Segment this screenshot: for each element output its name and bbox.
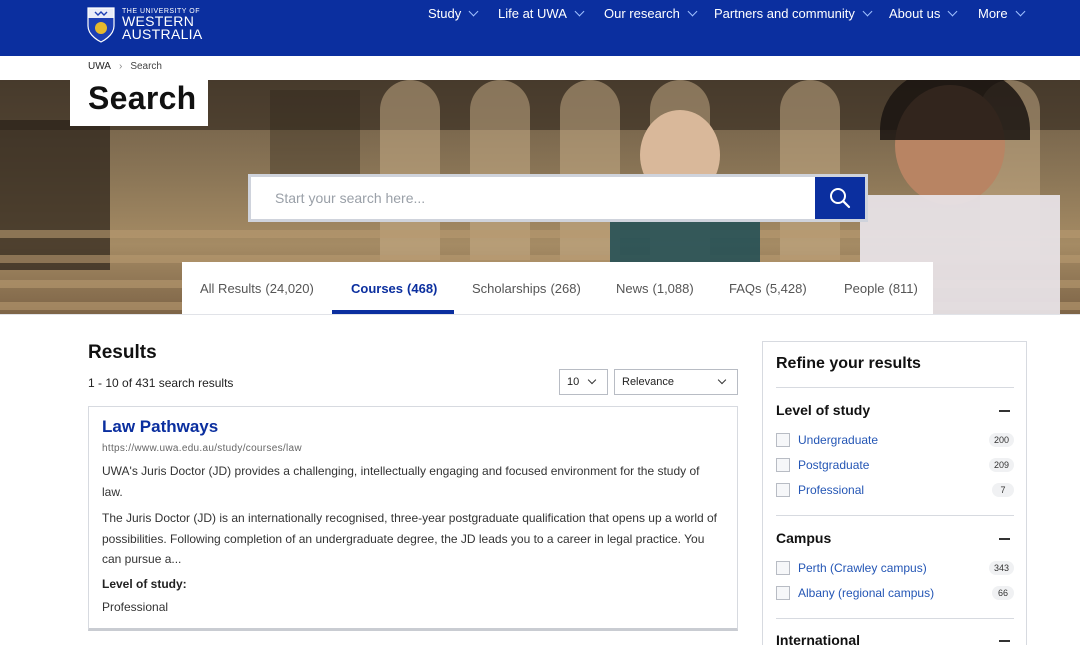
chevron-down-icon <box>1015 6 1026 17</box>
nav-item-life-at-uwa[interactable]: Life at UWA <box>498 6 585 21</box>
uwa-logo[interactable]: THE UNIVERSITY OF WESTERN AUSTRALIA <box>86 6 203 44</box>
logo-line-2: AUSTRALIA <box>122 26 203 42</box>
facet-heading-level-of-study[interactable]: Level of study <box>776 402 870 418</box>
tab-label: FAQs <box>729 280 762 296</box>
nav-item-label: Partners and community <box>714 6 855 21</box>
facet-option-label: Postgraduate <box>798 458 870 472</box>
tab-label: People <box>844 280 885 296</box>
result-title-link[interactable]: Law Pathways <box>102 417 218 437</box>
breadcrumb: UWA › Search <box>88 61 162 72</box>
tab-label: Courses <box>351 280 404 296</box>
per-page-select[interactable]: 10 <box>559 369 608 395</box>
nav-item-partners-and-community[interactable]: Partners and community <box>714 6 873 21</box>
page-title: Search <box>88 80 197 116</box>
divider <box>776 515 1014 516</box>
divider <box>776 618 1014 619</box>
facet-heading-campus[interactable]: Campus <box>776 530 831 546</box>
nav-item-study[interactable]: Study <box>428 6 479 21</box>
tab-count: (468) <box>407 280 438 296</box>
search-input[interactable] <box>251 177 815 219</box>
sort-value: Relevance <box>622 376 674 388</box>
facet-option-label: Professional <box>798 483 865 497</box>
checkbox[interactable] <box>776 586 790 600</box>
level-of-study-value: Professional <box>102 600 169 614</box>
chevron-down-icon <box>862 6 873 17</box>
checkbox[interactable] <box>776 458 790 472</box>
facet-option-label: Albany (regional campus) <box>798 586 935 600</box>
result-summary: UWA's Juris Doctor (JD) provides a chall… <box>102 464 700 499</box>
facet-heading-international[interactable]: International <box>776 632 860 645</box>
facet-count-badge: 7 <box>992 483 1014 497</box>
breadcrumb-separator-icon: › <box>118 61 123 72</box>
facet-option-albany-regional[interactable]: Albany (regional campus) 66 <box>776 583 1014 603</box>
tab-count: (24,020) <box>265 280 314 296</box>
facet-option-professional[interactable]: Professional 7 <box>776 480 1014 500</box>
nav-item-more[interactable]: More <box>978 6 1026 21</box>
facet-option-label: Perth (Crawley campus) <box>798 561 927 575</box>
divider <box>776 387 1014 388</box>
tab-courses[interactable]: Courses (468) <box>351 262 437 314</box>
facet-option-postgraduate[interactable]: Postgraduate 209 <box>776 455 1014 475</box>
search-button[interactable] <box>815 177 865 219</box>
facet-count-badge: 200 <box>988 433 1014 447</box>
facet-option-perth-crawley[interactable]: Perth (Crawley campus) 343 <box>776 558 1014 578</box>
checkbox[interactable] <box>776 433 790 447</box>
tab-count: (268) <box>550 280 581 296</box>
facet-count-badge: 343 <box>988 561 1014 575</box>
top-navigation-bar: THE UNIVERSITY OF WESTERN AUSTRALIA Stud… <box>0 0 1080 56</box>
university-crest-icon <box>86 6 116 44</box>
tab-count: (5,428) <box>765 280 807 296</box>
tab-label: All Results <box>200 280 262 296</box>
tab-all-results[interactable]: All Results (24,020) <box>200 262 314 314</box>
nav-item-label: Our research <box>604 6 680 21</box>
nav-item-about-us[interactable]: About us <box>889 6 958 21</box>
nav-item-our-research[interactable]: Our research <box>604 6 698 21</box>
nav-item-label: More <box>978 6 1008 21</box>
refine-title: Refine your results <box>776 355 921 372</box>
search-bar <box>248 174 868 222</box>
breadcrumb-current: Search <box>130 61 162 72</box>
result-tabs: All Results (24,020) Courses (468) Scholar… <box>182 262 933 314</box>
chevron-down-icon <box>687 6 698 17</box>
facet-count-badge: 66 <box>992 586 1014 600</box>
tab-label: Scholarships <box>472 280 547 296</box>
collapse-minus-icon[interactable] <box>999 640 1010 642</box>
tab-count: (1,088) <box>652 280 694 296</box>
chevron-down-icon <box>574 6 585 17</box>
search-icon <box>830 188 851 209</box>
facet-option-label: Undergraduate <box>798 433 879 447</box>
chevron-down-icon <box>947 6 958 17</box>
result-card: Law Pathways https://www.uwa.edu.au/stud… <box>88 406 738 631</box>
nav-item-label: Study <box>428 6 462 21</box>
chevron-down-icon <box>717 375 727 385</box>
results-count: 1 - 10 of 431 search results <box>88 376 234 390</box>
tab-faqs[interactable]: FAQs (5,428) <box>729 262 807 314</box>
collapse-minus-icon[interactable] <box>999 538 1010 540</box>
chevron-down-icon <box>468 6 479 17</box>
facet-option-undergraduate[interactable]: Undergraduate 200 <box>776 430 1014 450</box>
tab-scholarships[interactable]: Scholarships (268) <box>472 262 581 314</box>
checkbox[interactable] <box>776 483 790 497</box>
refine-panel: Refine your results Level of study Under… <box>762 341 1027 645</box>
tab-label: News <box>616 280 649 296</box>
tab-count: (811) <box>888 280 918 296</box>
breadcrumb-home-link[interactable]: UWA <box>88 61 111 72</box>
level-of-study-label: Level of study: <box>102 577 187 591</box>
collapse-minus-icon[interactable] <box>999 410 1010 412</box>
active-tab-indicator <box>332 310 454 314</box>
nav-item-label: About us <box>889 6 941 21</box>
result-url: https://www.uwa.edu.au/study/courses/law <box>102 443 302 454</box>
results-heading: Results <box>88 342 157 363</box>
per-page-value: 10 <box>567 376 580 388</box>
tab-people[interactable]: People (811) <box>844 262 918 314</box>
checkbox[interactable] <box>776 561 790 575</box>
chevron-down-icon <box>587 375 597 385</box>
nav-item-label: Life at UWA <box>498 6 567 21</box>
tabs-divider <box>0 314 1080 315</box>
facet-count-badge: 209 <box>988 458 1014 472</box>
tab-news[interactable]: News (1,088) <box>616 262 694 314</box>
sort-select[interactable]: Relevance <box>614 369 738 395</box>
result-description: The Juris Doctor (JD) is an internationa… <box>102 511 717 566</box>
